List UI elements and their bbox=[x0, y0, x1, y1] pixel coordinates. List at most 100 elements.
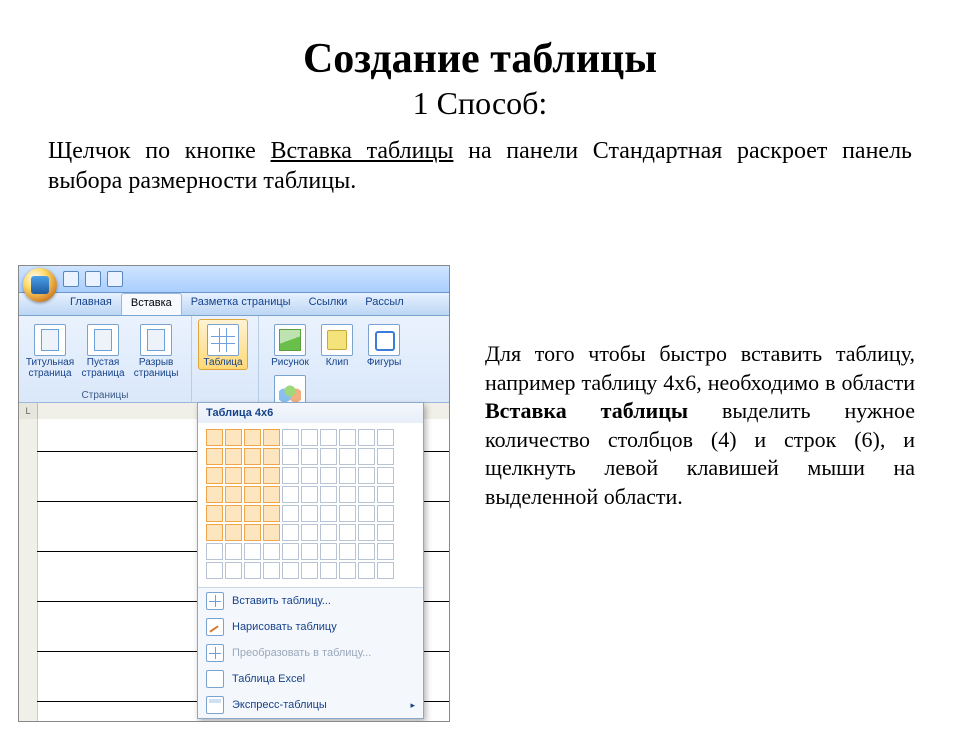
page-break-button[interactable]: Разрыв страницы bbox=[131, 319, 181, 380]
grid-cell[interactable] bbox=[225, 524, 242, 541]
insert-table-grid[interactable] bbox=[198, 423, 423, 587]
grid-cell[interactable] bbox=[282, 505, 299, 522]
tab-references[interactable]: Ссылки bbox=[300, 293, 357, 315]
grid-cell[interactable] bbox=[263, 429, 280, 446]
grid-cell[interactable] bbox=[320, 562, 337, 579]
grid-cell[interactable] bbox=[358, 562, 375, 579]
grid-cell[interactable] bbox=[339, 505, 356, 522]
grid-cell[interactable] bbox=[358, 448, 375, 465]
grid-cell[interactable] bbox=[282, 467, 299, 484]
grid-cell[interactable] bbox=[244, 524, 261, 541]
grid-cell[interactable] bbox=[225, 486, 242, 503]
grid-cell[interactable] bbox=[263, 448, 280, 465]
grid-cell[interactable] bbox=[263, 524, 280, 541]
grid-cell[interactable] bbox=[206, 429, 223, 446]
grid-cell[interactable] bbox=[320, 486, 337, 503]
grid-cell[interactable] bbox=[301, 448, 318, 465]
grid-cell[interactable] bbox=[225, 467, 242, 484]
tab-insert[interactable]: Вставка bbox=[121, 293, 182, 315]
grid-cell[interactable] bbox=[263, 543, 280, 560]
grid-cell[interactable] bbox=[282, 486, 299, 503]
menu-insert-table[interactable]: Вставить таблицу... bbox=[198, 588, 423, 614]
grid-cell[interactable] bbox=[358, 505, 375, 522]
grid-cell[interactable] bbox=[206, 486, 223, 503]
grid-cell[interactable] bbox=[244, 505, 261, 522]
grid-cell[interactable] bbox=[377, 505, 394, 522]
grid-cell[interactable] bbox=[282, 543, 299, 560]
grid-cell[interactable] bbox=[377, 543, 394, 560]
grid-cell[interactable] bbox=[225, 505, 242, 522]
grid-cell[interactable] bbox=[282, 429, 299, 446]
grid-cell[interactable] bbox=[377, 486, 394, 503]
qat-save-icon[interactable] bbox=[63, 271, 79, 287]
grid-cell[interactable] bbox=[358, 486, 375, 503]
grid-cell[interactable] bbox=[225, 429, 242, 446]
grid-cell[interactable] bbox=[244, 562, 261, 579]
tab-layout[interactable]: Разметка страницы bbox=[182, 293, 300, 315]
grid-cell[interactable] bbox=[225, 562, 242, 579]
grid-cell[interactable] bbox=[377, 467, 394, 484]
menu-express-tables[interactable]: Экспресс-таблицы▸ bbox=[198, 692, 423, 718]
grid-cell[interactable] bbox=[206, 543, 223, 560]
grid-cell[interactable] bbox=[339, 467, 356, 484]
grid-cell[interactable] bbox=[225, 543, 242, 560]
cover-page-button[interactable]: Титульная страница bbox=[25, 319, 75, 380]
grid-cell[interactable] bbox=[358, 467, 375, 484]
picture-button[interactable]: Рисунок bbox=[265, 319, 315, 370]
grid-cell[interactable] bbox=[320, 429, 337, 446]
grid-cell[interactable] bbox=[206, 562, 223, 579]
grid-cell[interactable] bbox=[377, 562, 394, 579]
grid-cell[interactable] bbox=[282, 562, 299, 579]
table-button[interactable]: Таблица bbox=[198, 319, 248, 370]
grid-cell[interactable] bbox=[206, 448, 223, 465]
vertical-ruler[interactable] bbox=[19, 419, 38, 721]
grid-cell[interactable] bbox=[301, 505, 318, 522]
qat-undo-icon[interactable] bbox=[85, 271, 101, 287]
grid-cell[interactable] bbox=[301, 467, 318, 484]
grid-cell[interactable] bbox=[339, 524, 356, 541]
grid-cell[interactable] bbox=[339, 562, 356, 579]
grid-cell[interactable] bbox=[244, 486, 261, 503]
grid-cell[interactable] bbox=[206, 505, 223, 522]
grid-cell[interactable] bbox=[244, 467, 261, 484]
grid-cell[interactable] bbox=[320, 467, 337, 484]
grid-cell[interactable] bbox=[206, 524, 223, 541]
grid-cell[interactable] bbox=[358, 429, 375, 446]
grid-cell[interactable] bbox=[225, 448, 242, 465]
menu-excel-table[interactable]: Таблица Excel bbox=[198, 666, 423, 692]
shapes-button[interactable]: Фигуры bbox=[359, 319, 409, 370]
tab-home[interactable]: Главная bbox=[61, 293, 121, 315]
grid-cell[interactable] bbox=[263, 505, 280, 522]
grid-cell[interactable] bbox=[320, 543, 337, 560]
grid-cell[interactable] bbox=[263, 467, 280, 484]
grid-cell[interactable] bbox=[244, 448, 261, 465]
grid-cell[interactable] bbox=[320, 524, 337, 541]
grid-cell[interactable] bbox=[206, 467, 223, 484]
grid-cell[interactable] bbox=[263, 486, 280, 503]
grid-cell[interactable] bbox=[339, 448, 356, 465]
grid-cell[interactable] bbox=[263, 562, 280, 579]
qat-redo-icon[interactable] bbox=[107, 271, 123, 287]
grid-cell[interactable] bbox=[282, 524, 299, 541]
grid-cell[interactable] bbox=[301, 562, 318, 579]
grid-cell[interactable] bbox=[301, 524, 318, 541]
grid-cell[interactable] bbox=[377, 448, 394, 465]
grid-cell[interactable] bbox=[377, 524, 394, 541]
grid-cell[interactable] bbox=[282, 448, 299, 465]
grid-cell[interactable] bbox=[358, 524, 375, 541]
clip-button[interactable]: Клип bbox=[318, 319, 356, 370]
grid-cell[interactable] bbox=[301, 486, 318, 503]
grid-cell[interactable] bbox=[339, 486, 356, 503]
grid-cell[interactable] bbox=[320, 505, 337, 522]
tab-mailings[interactable]: Рассыл bbox=[356, 293, 412, 315]
grid-cell[interactable] bbox=[320, 448, 337, 465]
grid-cell[interactable] bbox=[339, 429, 356, 446]
grid-cell[interactable] bbox=[301, 543, 318, 560]
grid-cell[interactable] bbox=[244, 429, 261, 446]
office-button[interactable] bbox=[23, 268, 57, 302]
grid-cell[interactable] bbox=[339, 543, 356, 560]
grid-cell[interactable] bbox=[377, 429, 394, 446]
grid-cell[interactable] bbox=[358, 543, 375, 560]
blank-page-button[interactable]: Пустая страница bbox=[78, 319, 128, 380]
grid-cell[interactable] bbox=[301, 429, 318, 446]
